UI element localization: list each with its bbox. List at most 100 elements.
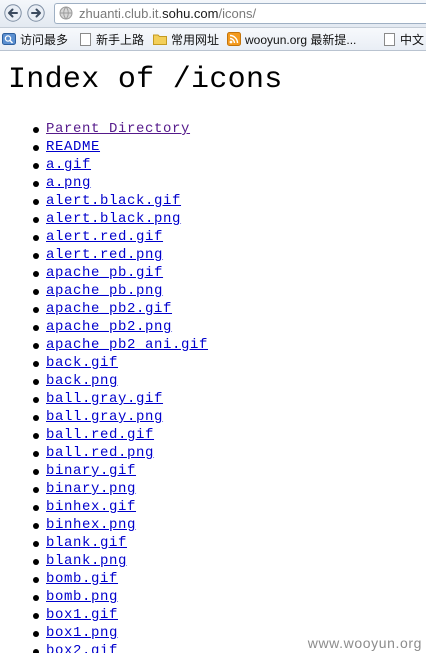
list-item: bomb.png bbox=[0, 588, 208, 606]
file-link[interactable]: apache_pb.png bbox=[46, 283, 163, 299]
bullet-icon bbox=[33, 235, 39, 241]
file-link[interactable]: apache_pb.gif bbox=[46, 265, 163, 281]
bullet-icon bbox=[33, 541, 39, 547]
file-link[interactable]: bomb.png bbox=[46, 589, 118, 605]
bullet-icon bbox=[33, 361, 39, 367]
back-button[interactable] bbox=[3, 3, 23, 23]
url-text: zhuanti.club.it.sohu.com/icons/ bbox=[79, 5, 256, 22]
bookmark-getting-started[interactable]: 新手上路 bbox=[80, 28, 144, 50]
list-item: alert.red.gif bbox=[0, 228, 208, 246]
bullet-icon bbox=[33, 127, 39, 133]
url-host: sohu.com bbox=[162, 6, 219, 21]
list-item: blank.png bbox=[0, 552, 208, 570]
globe-icon bbox=[59, 6, 73, 20]
file-link[interactable]: box1.gif bbox=[46, 607, 118, 623]
file-link[interactable]: a.gif bbox=[46, 157, 91, 173]
url-path: /icons/ bbox=[218, 6, 257, 21]
bullet-icon bbox=[33, 433, 39, 439]
file-link[interactable]: binhex.gif bbox=[46, 499, 136, 515]
file-link[interactable]: apache_pb2_ani.gif bbox=[46, 337, 208, 353]
list-item: alert.red.png bbox=[0, 246, 208, 264]
parent-directory-link[interactable]: Parent Directory bbox=[46, 121, 190, 137]
file-link[interactable]: a.png bbox=[46, 175, 91, 191]
bullet-icon bbox=[33, 163, 39, 169]
file-link[interactable]: binary.gif bbox=[46, 463, 136, 479]
bullet-icon bbox=[33, 217, 39, 223]
file-link[interactable]: alert.red.png bbox=[46, 247, 163, 263]
list-item: alert.black.png bbox=[0, 210, 208, 228]
list-item: ball.gray.png bbox=[0, 408, 208, 426]
file-link[interactable]: apache_pb2.gif bbox=[46, 301, 172, 317]
file-link[interactable]: binary.png bbox=[46, 481, 136, 497]
list-item: binary.png bbox=[0, 480, 208, 498]
file-link[interactable]: bomb.gif bbox=[46, 571, 118, 587]
folder-icon bbox=[153, 34, 167, 45]
bullet-icon bbox=[33, 559, 39, 565]
list-item: ball.gray.gif bbox=[0, 390, 208, 408]
page-icon bbox=[80, 32, 91, 46]
bullet-icon bbox=[33, 397, 39, 403]
list-item: box1.gif bbox=[0, 606, 208, 624]
list-item: apache_pb.png bbox=[0, 282, 208, 300]
url-prefix: zhuanti.club.it. bbox=[79, 6, 163, 21]
list-item: bomb.gif bbox=[0, 570, 208, 588]
file-link[interactable]: ball.gray.png bbox=[46, 409, 163, 425]
list-item: binhex.gif bbox=[0, 498, 208, 516]
bullet-icon bbox=[33, 613, 39, 619]
address-bar: zhuanti.club.it.sohu.com/icons/ bbox=[0, 0, 426, 28]
bullet-icon bbox=[33, 577, 39, 583]
bookmark-label: 访问最多 bbox=[20, 32, 69, 47]
bookmark-most-visited[interactable]: 访问最多 bbox=[2, 28, 68, 50]
file-link[interactable]: blank.gif bbox=[46, 535, 127, 551]
bullet-icon bbox=[33, 307, 39, 313]
list-item: apache_pb.gif bbox=[0, 264, 208, 282]
url-field[interactable]: zhuanti.club.it.sohu.com/icons/ bbox=[54, 3, 426, 24]
bookmark-label: 新手上路 bbox=[96, 32, 145, 47]
bullet-icon bbox=[33, 145, 39, 151]
bookmark-label: wooyun.org 最新提... bbox=[245, 32, 357, 47]
list-item: ball.red.gif bbox=[0, 426, 208, 444]
bullet-icon bbox=[33, 343, 39, 349]
bookmark-chinese[interactable]: 中文 bbox=[384, 28, 424, 50]
list-item: apache_pb2.gif bbox=[0, 300, 208, 318]
file-link[interactable]: alert.black.png bbox=[46, 211, 181, 227]
file-link[interactable]: ball.gray.gif bbox=[46, 391, 163, 407]
file-link[interactable]: box2.gif bbox=[46, 643, 118, 653]
bookmark-label: 中文 bbox=[400, 32, 425, 47]
file-link[interactable]: alert.red.gif bbox=[46, 229, 163, 245]
bullet-icon bbox=[33, 253, 39, 259]
forward-button[interactable] bbox=[26, 3, 46, 23]
list-item: back.png bbox=[0, 372, 208, 390]
list-item: a.gif bbox=[0, 156, 208, 174]
bullet-icon bbox=[33, 451, 39, 457]
bookmark-wooyun[interactable]: wooyun.org 最新提... bbox=[227, 28, 356, 50]
watermark: www.wooyun.org bbox=[307, 635, 422, 651]
bullet-icon bbox=[33, 523, 39, 529]
file-link[interactable]: blank.png bbox=[46, 553, 127, 569]
file-list: Parent Directory README a.gif a.png alert.bl… bbox=[0, 120, 208, 653]
list-item: back.gif bbox=[0, 354, 208, 372]
file-link[interactable]: ball.red.gif bbox=[46, 427, 154, 443]
list-item: apache_pb2_ani.gif bbox=[0, 336, 208, 354]
bullet-icon bbox=[33, 199, 39, 205]
bullet-icon bbox=[33, 631, 39, 637]
file-link[interactable]: box1.png bbox=[46, 625, 118, 641]
file-link[interactable]: README bbox=[46, 139, 100, 155]
list-item: binary.gif bbox=[0, 462, 208, 480]
bullet-icon bbox=[33, 289, 39, 295]
file-link[interactable]: binhex.png bbox=[46, 517, 136, 533]
bookmark-common-sites[interactable]: 常用网址 bbox=[153, 28, 219, 50]
file-link[interactable]: apache_pb2.png bbox=[46, 319, 172, 335]
bullet-icon bbox=[33, 469, 39, 475]
back-arrow-icon bbox=[4, 4, 22, 22]
file-link[interactable]: alert.black.gif bbox=[46, 193, 181, 209]
file-link[interactable]: back.gif bbox=[46, 355, 118, 371]
file-link[interactable]: back.png bbox=[46, 373, 118, 389]
file-link[interactable]: ball.red.png bbox=[46, 445, 154, 461]
forward-arrow-icon bbox=[27, 4, 45, 22]
list-item: a.png bbox=[0, 174, 208, 192]
list-item: alert.black.gif bbox=[0, 192, 208, 210]
rss-icon bbox=[227, 32, 241, 46]
bullet-icon bbox=[33, 181, 39, 187]
page-title: Index of /icons bbox=[8, 63, 283, 97]
